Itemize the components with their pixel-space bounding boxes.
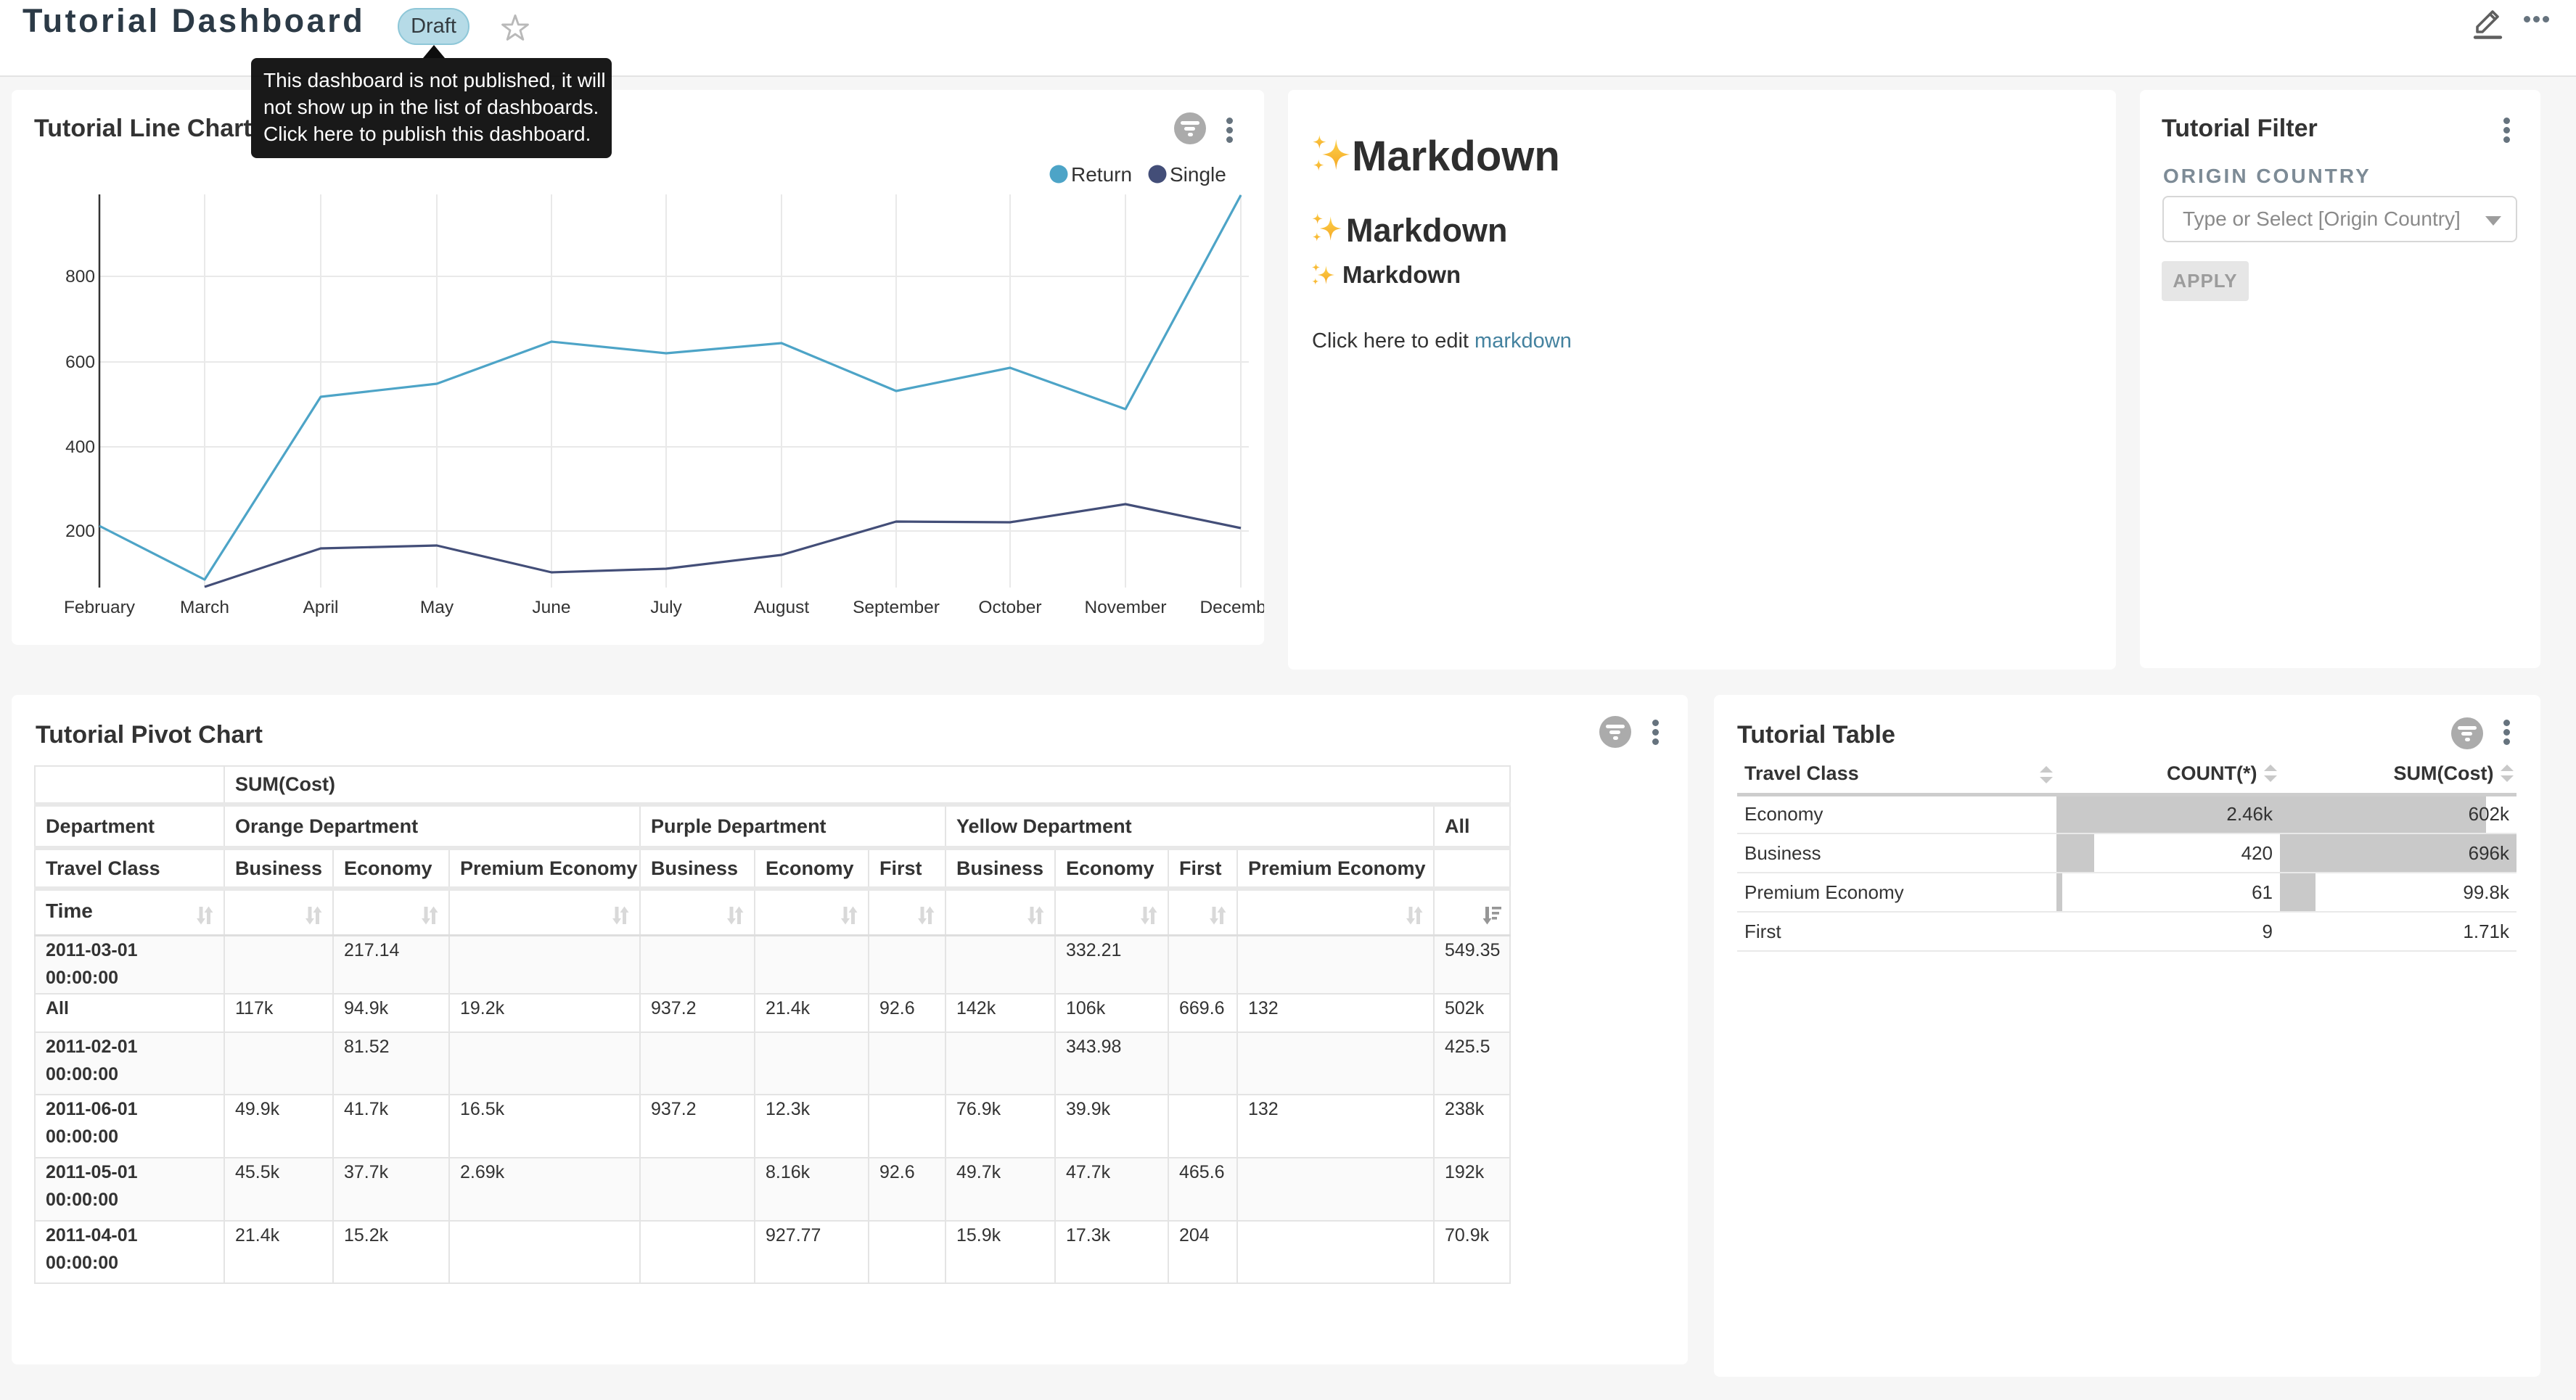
svg-text:July: July: [650, 598, 682, 617]
svg-text:800: 800: [65, 267, 95, 287]
svg-text:August: August: [754, 598, 809, 617]
svg-text:June: June: [532, 598, 570, 617]
svg-text:September: September: [853, 598, 940, 617]
svg-text:200: 200: [65, 522, 95, 541]
svg-text:600: 600: [65, 353, 95, 372]
svg-text:Single: Single: [1170, 163, 1226, 186]
svg-text:May: May: [420, 598, 454, 617]
svg-text:400: 400: [65, 437, 95, 457]
svg-text:March: March: [180, 598, 229, 617]
svg-text:Return: Return: [1071, 163, 1132, 186]
svg-text:April: April: [303, 598, 338, 617]
svg-text:October: October: [978, 598, 1041, 617]
svg-text:November: November: [1084, 598, 1166, 617]
svg-text:December: December: [1199, 598, 1264, 617]
svg-text:February: February: [64, 598, 136, 617]
